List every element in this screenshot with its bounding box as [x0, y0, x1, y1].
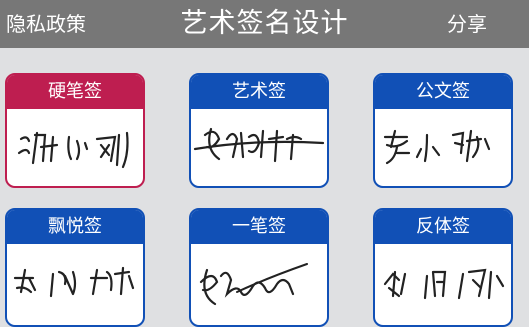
signature-sample-image: [375, 109, 511, 186]
card-onestroke-signature[interactable]: 一笔签: [189, 208, 329, 327]
card-title: 一笔签: [191, 210, 327, 244]
card-title: 反体签: [375, 210, 511, 244]
card-reverse-signature[interactable]: 反体签: [373, 208, 513, 327]
card-floating-signature[interactable]: 飘悦签: [5, 208, 145, 327]
signature-sample-image: [7, 244, 143, 324]
card-title: 公文签: [375, 75, 511, 109]
card-hardpen-signature[interactable]: 硬笔签: [5, 73, 145, 188]
signature-sample-image: [191, 109, 327, 186]
signature-sample-image: [7, 109, 143, 186]
card-title: 飘悦签: [7, 210, 143, 244]
card-art-signature[interactable]: 艺术签: [189, 73, 329, 188]
share-button[interactable]: 分享: [447, 0, 487, 48]
top-bar: 隐私政策 艺术签名设计 分享: [0, 0, 529, 48]
signature-sample-image: [191, 244, 327, 324]
signature-sample-image: [375, 244, 511, 324]
card-title: 硬笔签: [7, 75, 143, 109]
card-official-signature[interactable]: 公文签: [373, 73, 513, 188]
card-title: 艺术签: [191, 75, 327, 109]
